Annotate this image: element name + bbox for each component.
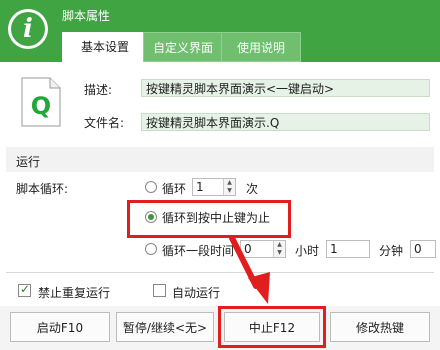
red-arrow-annotation-icon: [229, 235, 270, 304]
